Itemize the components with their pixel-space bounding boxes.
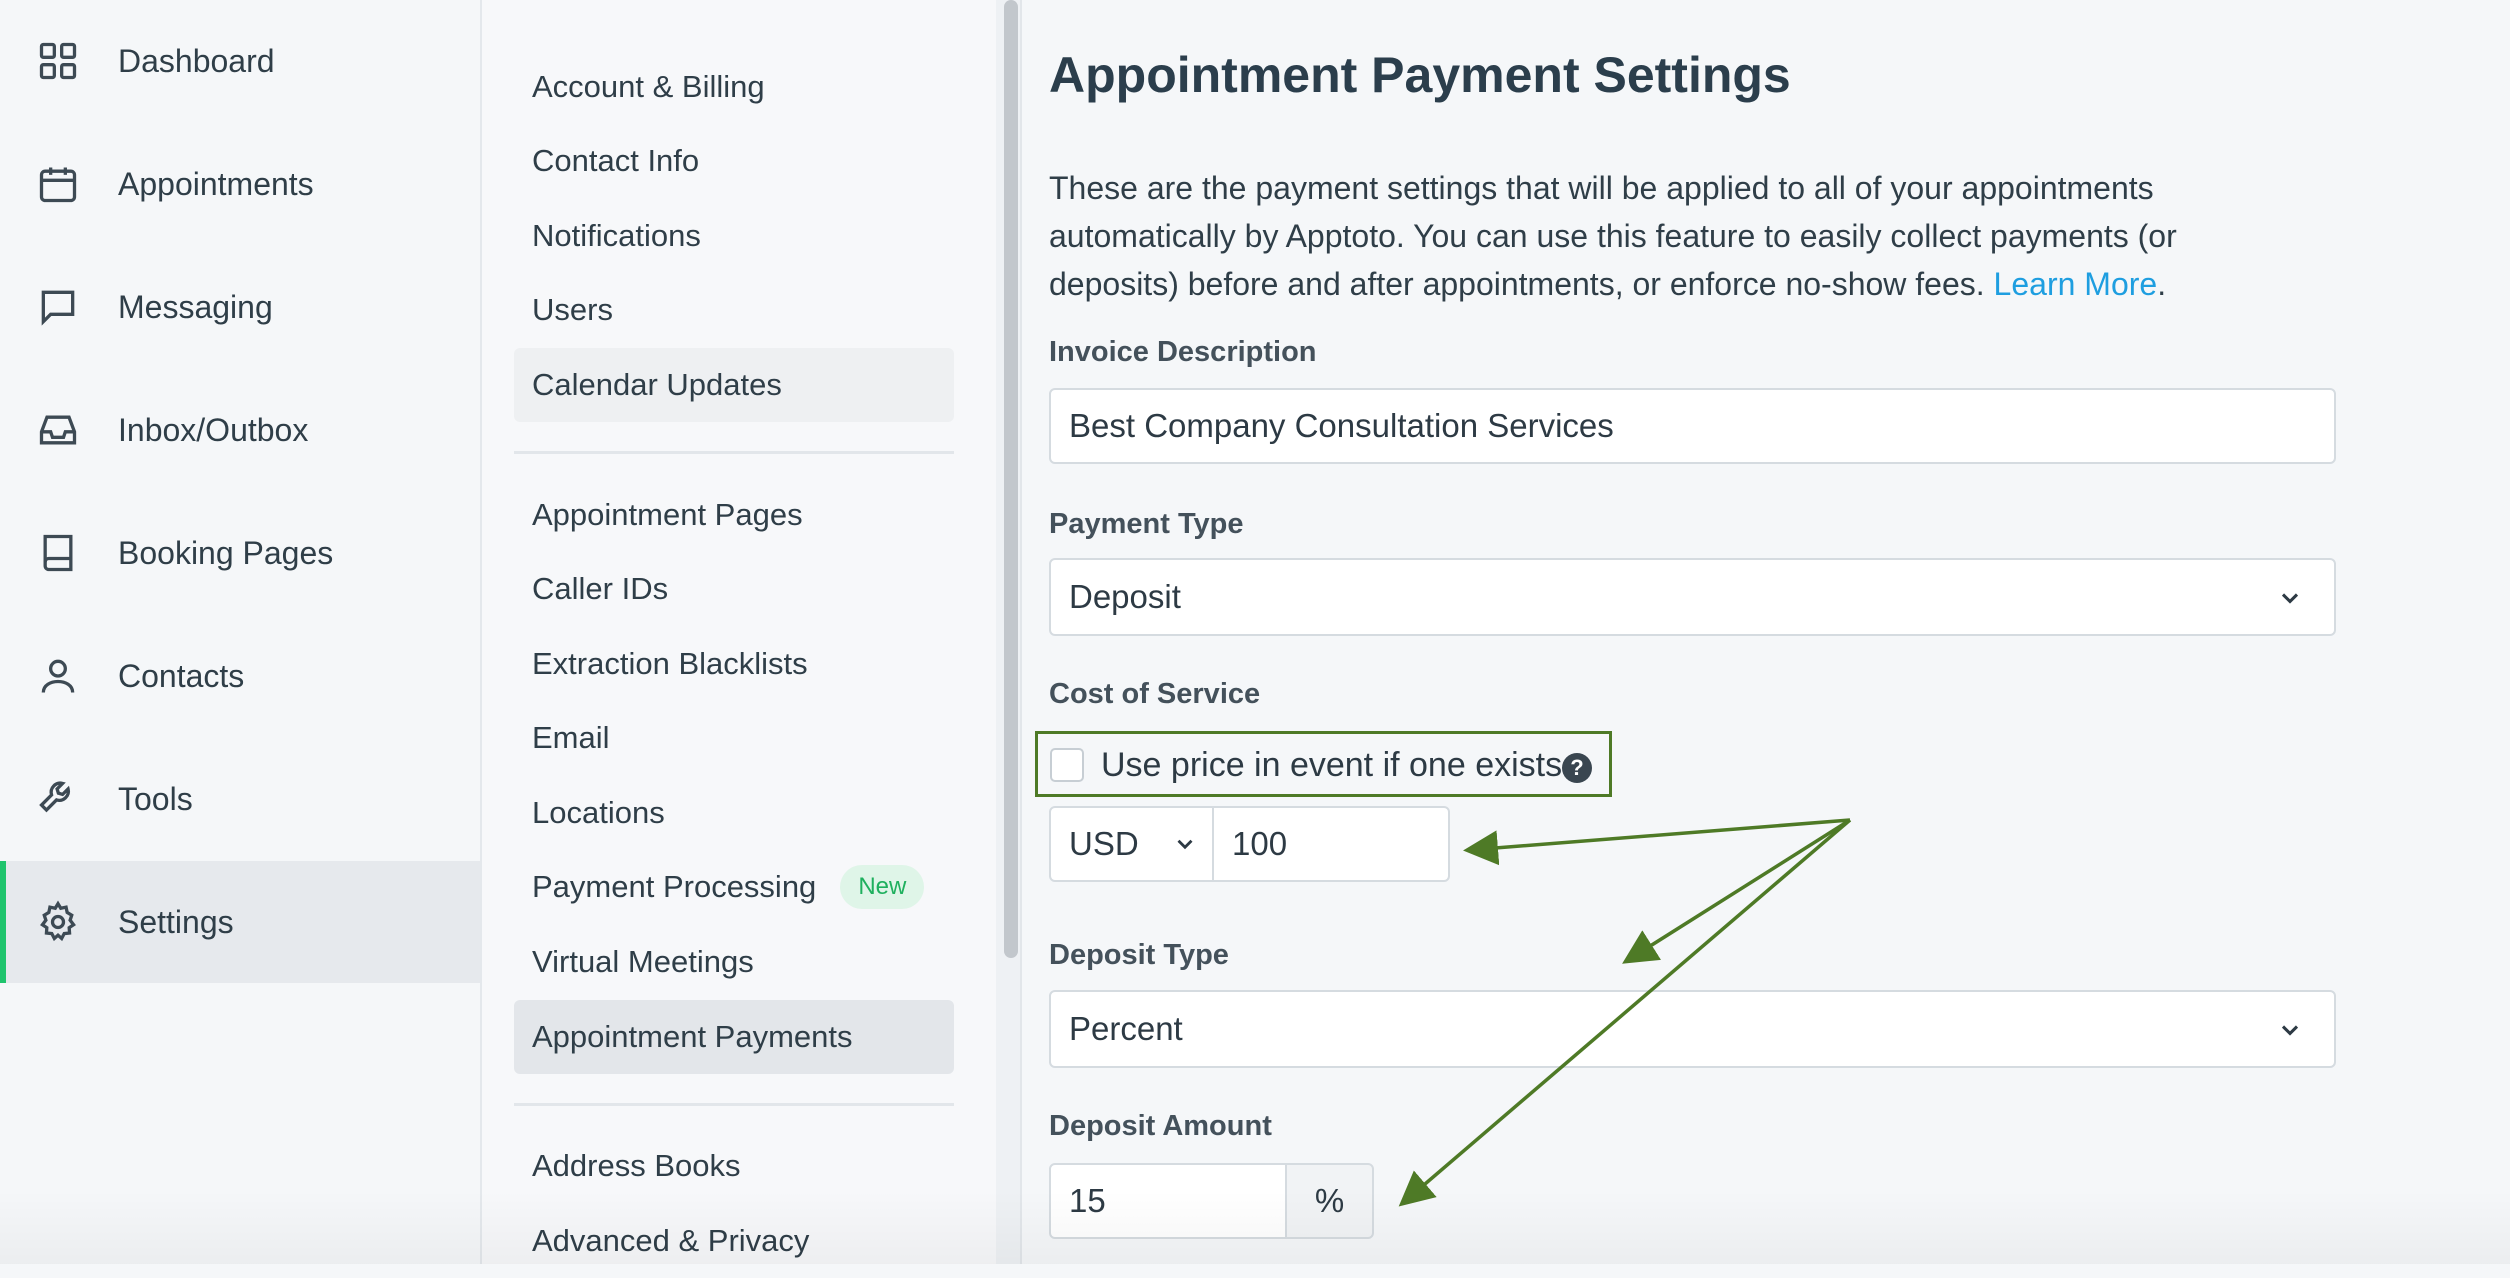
subnav-label: Payment Processing	[532, 869, 817, 904]
nav-label: Booking Pages	[118, 534, 334, 571]
message-icon	[36, 285, 80, 329]
subnav-item-calendar-updates[interactable]: Calendar Updates	[514, 348, 954, 422]
nav-item-booking-pages[interactable]: Booking Pages	[0, 492, 480, 614]
nav-label: Messaging	[118, 288, 273, 325]
subnav-label: Notifications	[532, 218, 701, 253]
payment-type-value: Deposit	[1069, 578, 1181, 615]
main-sidebar: Dashboard Appointments Messaging Inbox/O…	[0, 0, 482, 1264]
annotation-arrow	[1463, 818, 1851, 866]
subnav-label: Extraction Blacklists	[532, 646, 808, 681]
deposit-type-select[interactable]: Percent	[1049, 990, 2336, 1068]
subnav-label: Locations	[532, 795, 665, 830]
use-event-price-label: Use price in event if one exists.	[1101, 746, 1572, 784]
subnav-label: Account & Billing	[532, 69, 765, 104]
nav-item-dashboard[interactable]: Dashboard	[0, 0, 480, 122]
nav-label: Contacts	[118, 657, 245, 694]
subnav-item-contact-info[interactable]: Contact Info	[514, 124, 954, 198]
new-badge: New	[840, 865, 925, 909]
invoice-description-label: Invoice Description	[1049, 336, 1317, 368]
invoice-description-input[interactable]	[1049, 388, 2336, 464]
subnav-item-appointment-pages[interactable]: Appointment Pages	[514, 478, 954, 552]
subnav-label: Users	[532, 292, 613, 327]
subnav-item-locations[interactable]: Locations	[514, 776, 954, 850]
question-circle-icon[interactable]: ?	[1562, 753, 1592, 783]
subnav-item-notifications[interactable]: Notifications	[514, 199, 954, 273]
nav-item-contacts[interactable]: Contacts	[0, 615, 480, 737]
subnav-label: Calendar Updates	[532, 367, 782, 402]
nav-label: Inbox/Outbox	[118, 411, 309, 448]
cost-of-service-label: Cost of Service	[1049, 678, 1261, 710]
chevron-down-icon	[1177, 839, 1193, 850]
subnav-label: Address Books	[532, 1148, 741, 1183]
cost-amount-input[interactable]	[1212, 806, 1450, 882]
subnav-divider	[514, 451, 954, 454]
payment-type-select[interactable]: Deposit	[1049, 558, 2336, 636]
nav-item-messaging[interactable]: Messaging	[0, 246, 480, 368]
deposit-type-value: Percent	[1069, 1010, 1183, 1047]
deposit-type-label: Deposit Type	[1049, 939, 1229, 971]
subnav-item-appointment-payments[interactable]: Appointment Payments	[514, 1000, 954, 1074]
intro-period: .	[2157, 266, 2167, 302]
subnav-scrollbar-thumb[interactable]	[1004, 0, 1018, 958]
currency-value: USD	[1069, 825, 1139, 862]
use-event-price-checkbox[interactable]	[1050, 748, 1084, 782]
subnav-divider	[514, 1103, 954, 1106]
subnav-label: Contact Info	[532, 143, 700, 178]
subnav-item-email[interactable]: Email	[514, 701, 954, 775]
subnav-item-users[interactable]: Users	[514, 273, 954, 347]
subnav-item-virtual-meetings[interactable]: Virtual Meetings	[514, 925, 954, 999]
dashboard-icon	[36, 39, 80, 83]
gear-icon	[36, 900, 80, 944]
deposit-amount-input[interactable]	[1049, 1163, 1287, 1239]
subnav-label: Advanced & Privacy	[532, 1223, 810, 1258]
subnav-label: Email	[532, 720, 610, 755]
percent-addon: %	[1285, 1163, 1374, 1239]
deposit-amount-label: Deposit Amount	[1049, 1110, 1272, 1142]
subnav-item-account-billing[interactable]: Account & Billing	[514, 50, 954, 124]
page-title: Appointment Payment Settings	[1049, 47, 1791, 103]
chevron-down-icon	[2281, 593, 2299, 604]
learn-more-link[interactable]: Learn More	[1994, 266, 2158, 302]
user-icon	[36, 654, 80, 698]
subnav-label: Caller IDs	[532, 571, 669, 606]
nav-label: Appointments	[118, 165, 314, 202]
nav-item-settings[interactable]: Settings	[0, 861, 480, 983]
subnav-item-extraction-blacklists[interactable]: Extraction Blacklists	[514, 627, 954, 701]
nav-label: Dashboard	[118, 42, 275, 79]
nav-item-tools[interactable]: Tools	[0, 738, 480, 860]
payment-type-label: Payment Type	[1049, 508, 1244, 540]
calendar-icon	[36, 162, 80, 206]
annotation-arrow	[1622, 818, 1851, 964]
subnav-label: Virtual Meetings	[532, 944, 754, 979]
intro-paragraph: These are the payment settings that will…	[1049, 164, 2309, 308]
nav-label: Settings	[118, 903, 234, 940]
currency-select[interactable]: USD	[1049, 806, 1214, 882]
subnav-item-payment-processing[interactable]: Payment Processing New	[514, 850, 954, 924]
inbox-icon	[36, 408, 80, 452]
subnav-label: Appointment Pages	[532, 497, 803, 532]
chevron-down-icon	[2281, 1025, 2299, 1036]
wrench-icon	[36, 777, 80, 821]
nav-item-inbox-outbox[interactable]: Inbox/Outbox	[0, 369, 480, 491]
subnav-item-advanced-privacy[interactable]: Advanced & Privacy	[514, 1204, 954, 1278]
book-icon	[36, 531, 80, 575]
subnav-item-address-books[interactable]: Address Books	[514, 1129, 954, 1203]
nav-item-appointments[interactable]: Appointments	[0, 123, 480, 245]
subnav-label: Appointment Payments	[532, 1019, 853, 1054]
nav-label: Tools	[118, 780, 193, 817]
subnav-item-caller-ids[interactable]: Caller IDs	[514, 552, 954, 626]
